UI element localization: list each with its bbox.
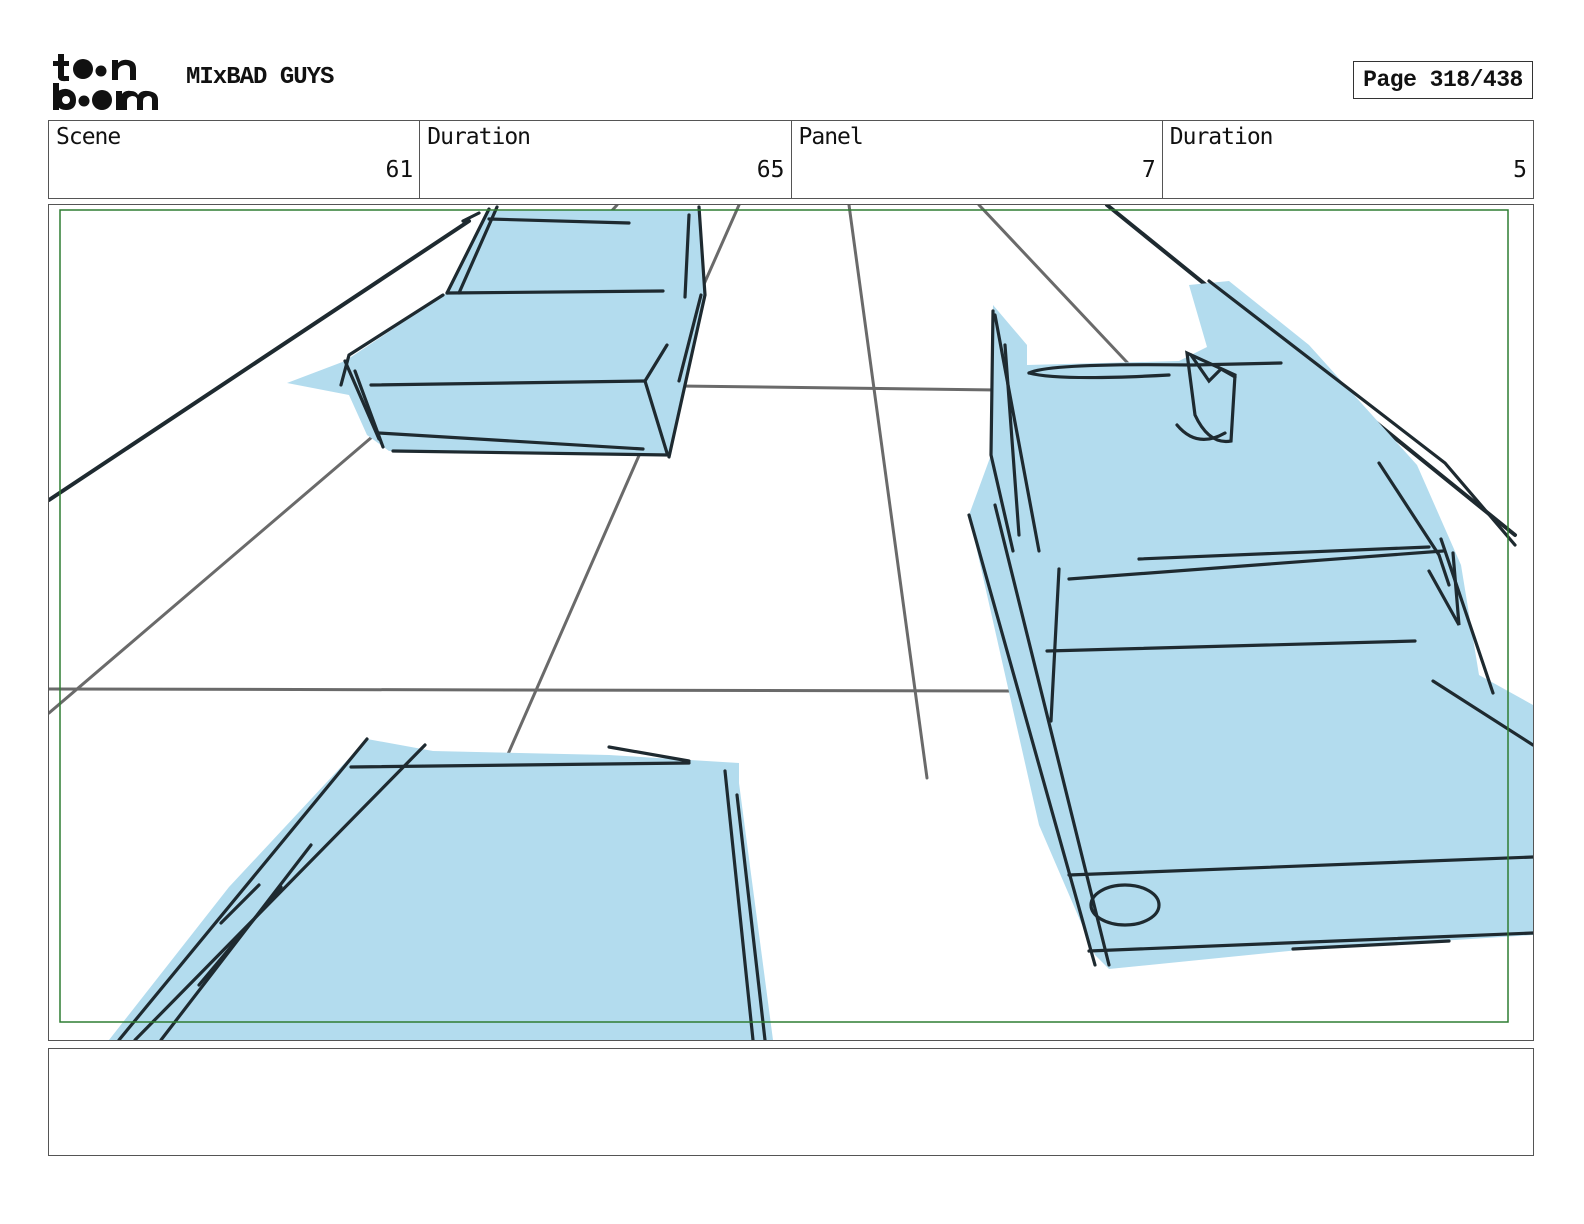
panel-cell: Panel 7: [792, 121, 1163, 198]
scene-label: Scene: [56, 124, 121, 150]
toon-boom-logo: [53, 54, 158, 110]
scene-duration-label: Duration: [427, 124, 531, 150]
notes-box: [48, 1048, 1534, 1156]
scene-cell: Scene 61: [49, 121, 421, 198]
panel-sketch: [49, 205, 1533, 1040]
panel-info-bar: Scene 61 Duration 65 Panel 7 Duration 5: [48, 120, 1534, 199]
block-far-left: [287, 205, 707, 459]
panel-duration-label: Duration: [1169, 124, 1274, 150]
project-title: MIxBAD GUYS: [186, 64, 334, 91]
scene-value: 61: [385, 157, 414, 183]
scene-duration-cell: Duration 65: [420, 121, 792, 198]
panel-duration-value: 5: [1513, 157, 1527, 183]
page-number: Page 318/438: [1353, 61, 1533, 99]
panel-duration-cell: Duration 5: [1163, 121, 1533, 198]
block-bottom-left: [109, 737, 773, 1040]
panel-value: 7: [1141, 157, 1156, 183]
scene-duration-value: 65: [756, 157, 785, 183]
storyboard-panel: [48, 204, 1534, 1041]
block-right: [967, 279, 1533, 969]
panel-label: Panel: [798, 124, 864, 150]
